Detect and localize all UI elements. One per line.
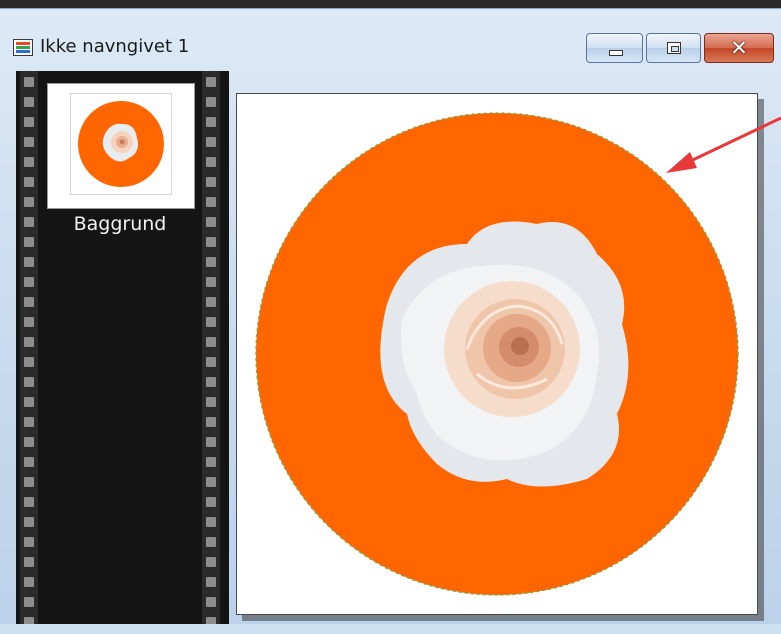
- sprocket-hole: [206, 597, 216, 607]
- close-icon: ✕: [730, 36, 748, 60]
- layer-thumbnail-preview: [70, 93, 172, 195]
- sprocket-hole: [206, 217, 216, 227]
- sprocket-hole: [206, 97, 216, 107]
- sprocket-hole: [206, 317, 216, 327]
- sprocket-hole: [206, 417, 216, 427]
- sprocket-hole: [206, 137, 216, 147]
- sprocket-hole: [206, 377, 216, 387]
- minimize-icon: [609, 50, 623, 56]
- sprocket-hole: [206, 537, 216, 547]
- sprocket-hole: [24, 97, 34, 107]
- maximize-icon: [667, 42, 681, 54]
- sprocket-hole: [206, 497, 216, 507]
- sprocket-hole: [24, 517, 34, 527]
- sprocket-hole: [206, 257, 216, 267]
- sprocket-hole: [24, 237, 34, 247]
- maximize-button[interactable]: [646, 33, 701, 63]
- sprocket-hole: [24, 437, 34, 447]
- filmstrip-left-edge: [20, 71, 38, 627]
- sprocket-hole: [24, 557, 34, 567]
- title-bar[interactable]: Ikke navngivet 1 ✕: [0, 9, 781, 71]
- sprocket-hole: [206, 517, 216, 527]
- sprocket-hole: [24, 497, 34, 507]
- sprocket-hole: [24, 277, 34, 287]
- layer-thumbnail[interactable]: [47, 83, 195, 209]
- sprocket-hole: [206, 337, 216, 347]
- sprocket-hole: [206, 437, 216, 447]
- document-window: Ikke navngivet 1 ✕ Baggrund: [0, 8, 781, 634]
- sprocket-hole: [24, 317, 34, 327]
- layers-panel: Baggrund: [16, 71, 229, 627]
- sprocket-hole: [24, 337, 34, 347]
- sprocket-hole: [206, 457, 216, 467]
- sprocket-hole: [24, 477, 34, 487]
- app-icon[interactable]: [13, 39, 33, 56]
- sprocket-hole: [206, 157, 216, 167]
- sprocket-hole: [206, 177, 216, 187]
- sprocket-hole: [24, 137, 34, 147]
- sprocket-hole: [206, 237, 216, 247]
- sprocket-hole: [24, 397, 34, 407]
- sprocket-hole: [206, 577, 216, 587]
- sprocket-hole: [24, 77, 34, 87]
- sprocket-hole: [24, 177, 34, 187]
- sprocket-hole: [24, 257, 34, 267]
- sprocket-hole: [24, 377, 34, 387]
- canvas-area: [236, 93, 764, 621]
- sprocket-hole: [24, 537, 34, 547]
- sprocket-hole: [24, 217, 34, 227]
- sprocket-hole: [206, 557, 216, 567]
- minimize-button[interactable]: [586, 33, 643, 63]
- sprocket-hole: [24, 417, 34, 427]
- sprocket-hole: [206, 197, 216, 207]
- sprocket-hole: [206, 477, 216, 487]
- sprocket-hole: [24, 117, 34, 127]
- sprocket-hole: [24, 197, 34, 207]
- sprocket-hole: [206, 77, 216, 87]
- sprocket-hole: [206, 297, 216, 307]
- sprocket-hole: [24, 457, 34, 467]
- sprocket-hole: [206, 397, 216, 407]
- sprocket-hole: [24, 297, 34, 307]
- sprocket-hole: [206, 117, 216, 127]
- image-canvas[interactable]: [236, 93, 758, 615]
- window-title: Ikke navngivet 1: [40, 36, 190, 57]
- sprocket-hole: [206, 277, 216, 287]
- sprocket-hole: [24, 597, 34, 607]
- filmstrip-right-edge: [202, 71, 220, 627]
- layer-name-label: Baggrund: [73, 213, 167, 235]
- close-button[interactable]: ✕: [704, 33, 774, 63]
- sprocket-hole: [24, 577, 34, 587]
- sprocket-hole: [24, 357, 34, 367]
- sprocket-hole: [24, 157, 34, 167]
- sprocket-hole: [206, 357, 216, 367]
